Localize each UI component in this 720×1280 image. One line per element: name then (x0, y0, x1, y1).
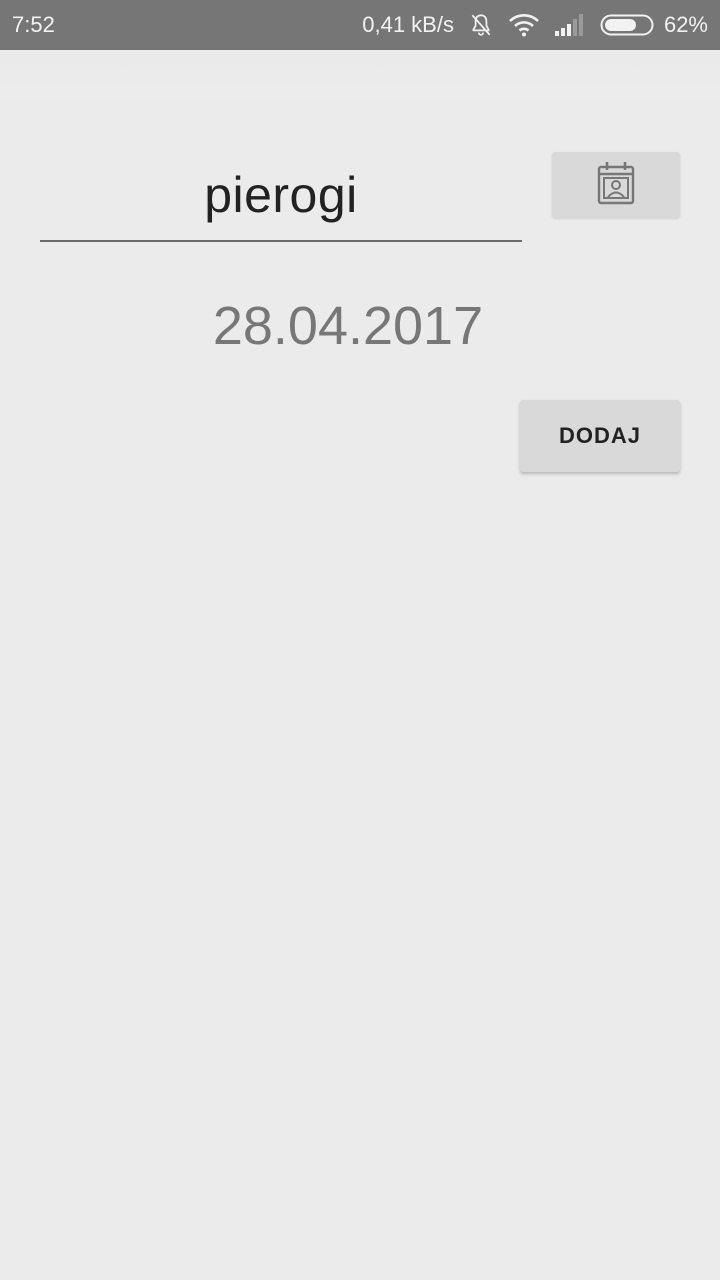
add-button[interactable]: DODAJ (520, 400, 680, 472)
app-top-band (0, 50, 720, 100)
wifi-icon (508, 12, 540, 38)
name-input-value: pierogi (204, 167, 358, 223)
battery-percent: 62% (663, 12, 708, 37)
signal-icon (554, 13, 586, 37)
calendar-button[interactable] (552, 152, 680, 218)
calendar-contact-icon (594, 159, 638, 212)
status-right-group: 0,41 kB/s 62% (362, 12, 708, 38)
battery-icon (600, 13, 656, 37)
selected-date[interactable]: 28.04.2017 (180, 295, 516, 357)
name-input[interactable]: pierogi (40, 150, 522, 242)
battery-indicator: 62% (600, 12, 708, 38)
status-time: 7:52 (12, 12, 55, 37)
network-speed: 0,41 kB/s (362, 12, 454, 37)
bell-off-icon (468, 12, 494, 38)
status-bar: 7:52 0,41 kB/s 62% (0, 0, 720, 50)
